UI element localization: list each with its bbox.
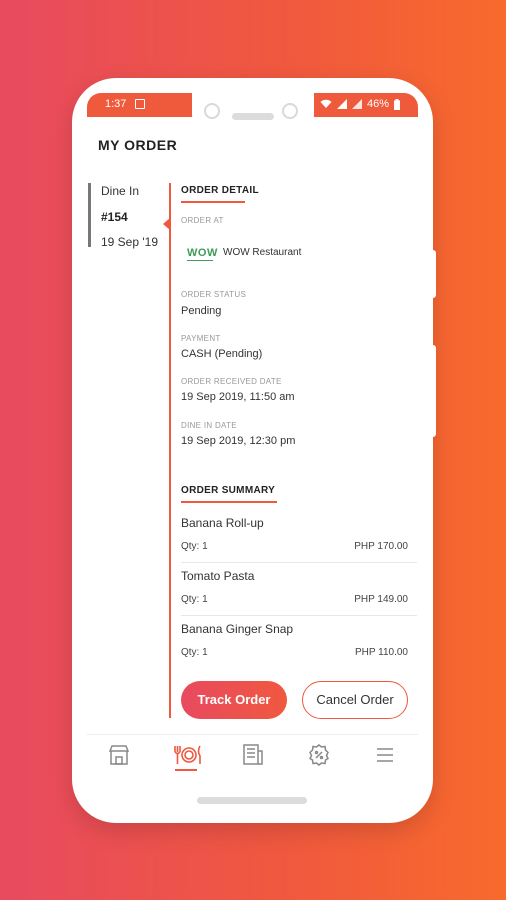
cancel-order-button[interactable]: Cancel Order (302, 681, 408, 719)
battery-icon (394, 98, 400, 110)
restaurant-logo-underline (187, 260, 213, 261)
page-title: MY ORDER (98, 137, 178, 153)
order-detail-underline (181, 201, 245, 203)
item-price: PHP 170.00 (354, 541, 408, 552)
order-status-label: ORDER STATUS (181, 290, 247, 299)
dining-icon[interactable] (173, 743, 203, 767)
item-name: Tomato Pasta (181, 569, 255, 583)
status-time: 1:37 (105, 98, 127, 110)
camera-notch (192, 91, 314, 131)
order-summary-underline (181, 501, 277, 503)
order-item: Tomato Pasta Qty: 1 PHP 149.00 (181, 563, 417, 616)
item-qty: Qty: 1 (181, 541, 208, 552)
order-detail-title: ORDER DETAIL (181, 185, 259, 196)
item-price: PHP 110.00 (354, 647, 408, 658)
item-qty: Qty: 1 (181, 594, 208, 605)
nav-active-indicator (175, 769, 197, 771)
promo-icon[interactable] (307, 743, 331, 767)
gallery-notification-icon (135, 99, 145, 109)
dine-in-date-value: 19 Sep 2019, 12:30 pm (181, 435, 296, 447)
order-date: 19 Sep '19 (101, 235, 159, 249)
power-button (432, 345, 436, 437)
dine-in-date-label: DINE IN DATE (181, 421, 237, 430)
timeline-pointer (163, 218, 170, 230)
track-order-button[interactable]: Track Order (181, 681, 287, 719)
sensor-icon (282, 103, 298, 119)
camera-icon (204, 103, 220, 119)
battery-percent: 46% (366, 98, 389, 110)
order-summary-title: ORDER SUMMARY (181, 485, 276, 496)
signal-icon (336, 99, 347, 109)
speaker-grille (232, 113, 274, 120)
restaurant-logo: WOW (187, 247, 218, 259)
order-at-label: ORDER AT (181, 216, 224, 225)
item-name: Banana Ginger Snap (181, 622, 294, 636)
item-qty: Qty: 1 (181, 647, 208, 658)
store-icon[interactable] (107, 743, 131, 767)
wifi-icon (320, 99, 332, 108)
order-selector[interactable]: Dine In #154 19 Sep '19 (88, 183, 159, 249)
order-number: #154 (101, 210, 128, 224)
item-name: Banana Roll-up (181, 516, 264, 530)
timeline-line (169, 183, 171, 718)
receipt-icon[interactable] (241, 743, 265, 767)
order-item: Banana Roll-up Qty: 1 PHP 170.00 (181, 510, 417, 563)
order-type: Dine In (101, 184, 140, 198)
payment-label: PAYMENT (181, 334, 221, 343)
volume-button (432, 250, 436, 298)
item-price: PHP 149.00 (354, 594, 408, 605)
order-status-value: Pending (181, 305, 222, 317)
menu-icon[interactable] (373, 743, 397, 767)
restaurant-name: WOW Restaurant (223, 247, 302, 258)
home-indicator (197, 797, 307, 804)
order-item: Banana Ginger Snap Qty: 1 PHP 110.00 (181, 616, 417, 669)
received-date-value: 19 Sep 2019, 11:50 am (181, 391, 295, 403)
received-date-label: ORDER RECEIVED DATE (181, 377, 282, 386)
signal-icon-2 (351, 99, 362, 109)
payment-value: CASH (Pending) (181, 348, 263, 360)
bottom-nav (87, 734, 418, 774)
